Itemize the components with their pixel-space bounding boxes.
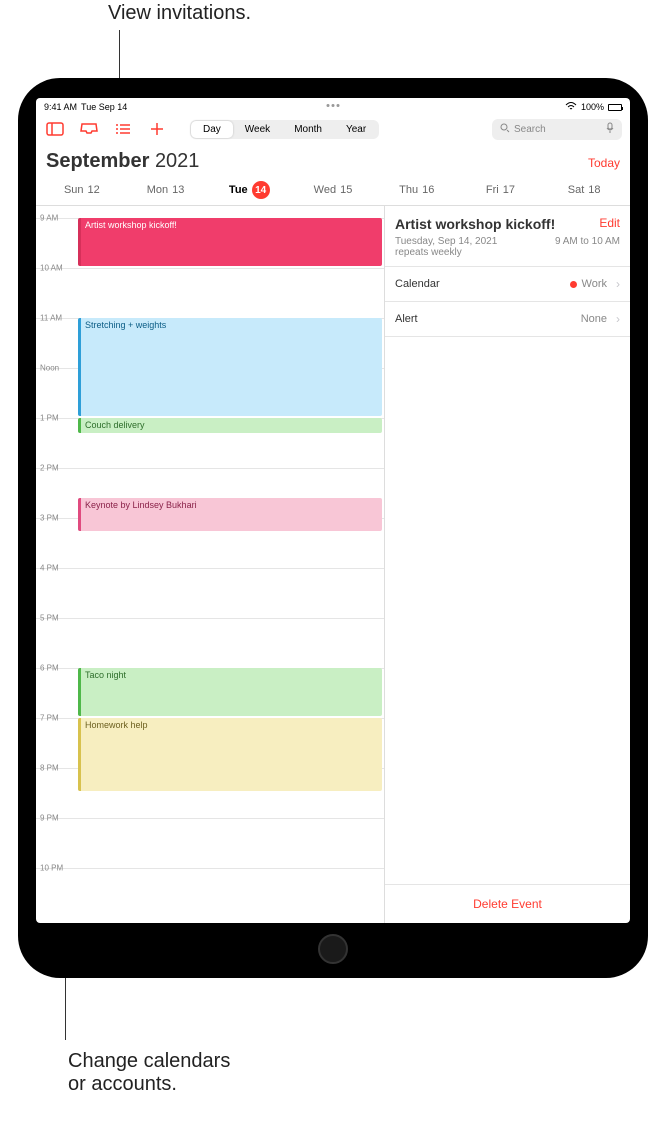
weekday-num: 15 <box>340 184 352 196</box>
weekday-row: Sun 12 Mon 13 Tue 14 Wed 15 Thu 16 Fri 17 Sat18 <box>36 177 630 206</box>
detail-calendar-row[interactable]: Calendar Work › <box>385 267 630 302</box>
weekday-label: Mon <box>147 184 168 196</box>
seg-day[interactable]: Day <box>191 121 233 138</box>
seg-year[interactable]: Year <box>334 121 378 138</box>
calendar-event[interactable]: Keynote by Lindsey Bukhari <box>78 498 382 531</box>
weekday-label: Fri <box>486 184 499 196</box>
weekday-num: 18 <box>588 184 600 196</box>
mic-icon[interactable] <box>606 122 614 137</box>
hour-label: 8 PM <box>40 764 59 773</box>
weekday-num: 13 <box>172 184 184 196</box>
hour-label: Noon <box>40 364 59 373</box>
seg-month[interactable]: Month <box>282 121 334 138</box>
weekday-num: 12 <box>88 184 100 196</box>
edit-button[interactable]: Edit <box>599 216 620 230</box>
toolbar: Day Week Month Year Search <box>36 114 630 144</box>
search-field[interactable]: Search <box>492 119 622 140</box>
page-title: September 2021 <box>46 150 199 173</box>
hour-label: 6 PM <box>40 664 59 673</box>
search-icon <box>500 123 510 136</box>
weekday-label: Wed <box>314 184 336 196</box>
view-segment[interactable]: Day Week Month Year <box>190 120 379 139</box>
calendar-event[interactable]: Taco night <box>78 668 382 716</box>
hour-label: 3 PM <box>40 514 59 523</box>
hour-label: 1 PM <box>40 414 59 423</box>
weekday-cell[interactable]: Mon 13 <box>124 181 208 199</box>
calendar-color-dot <box>570 281 577 288</box>
callout-top: View invitations. <box>108 2 251 25</box>
wifi-icon <box>565 102 577 113</box>
detail-calendar-value: Work <box>582 278 607 290</box>
sidebar-icon[interactable] <box>44 118 66 140</box>
hour-label: 9 AM <box>40 214 58 223</box>
delete-event-button[interactable]: Delete Event <box>385 884 630 923</box>
weekday-cell[interactable]: Thu 16 <box>375 181 459 199</box>
hour-label: 9 PM <box>40 814 59 823</box>
weekday-cell[interactable]: Tue 14 <box>207 181 291 199</box>
hour-line <box>36 268 384 269</box>
detail-alert-label: Alert <box>395 313 418 325</box>
status-date: Tue Sep 14 <box>81 102 127 112</box>
ipad-screen: 9:41 AM Tue Sep 14 100% <box>36 98 630 923</box>
weekday-num: 14 <box>252 181 270 199</box>
hour-line <box>36 468 384 469</box>
weekday-label: Sun <box>64 184 84 196</box>
hour-label: 11 AM <box>40 314 62 323</box>
calendar-event[interactable]: Couch delivery <box>78 418 382 433</box>
hour-line <box>36 868 384 869</box>
calendar-event[interactable]: Artist workshop kickoff! <box>78 218 382 266</box>
detail-alert-row[interactable]: Alert None › <box>385 302 630 337</box>
chevron-right-icon: › <box>616 277 620 291</box>
detail-alert-value: None <box>581 313 607 325</box>
detail-title: Artist workshop kickoff! <box>395 216 599 232</box>
seg-week[interactable]: Week <box>233 121 282 138</box>
weekday-cell[interactable]: Sun 12 <box>40 181 124 199</box>
home-button[interactable] <box>318 934 348 964</box>
detail-time: 9 AM to 10 AM <box>555 236 620 258</box>
hour-label: 7 PM <box>40 714 59 723</box>
month-header: September 2021 Today <box>36 144 630 177</box>
weekday-label: Sat <box>568 184 585 196</box>
callout-bottom: Change calendars or accounts. <box>68 1050 230 1096</box>
hour-label: 10 PM <box>40 864 63 873</box>
hour-label: 10 AM <box>40 264 63 273</box>
battery-icon <box>608 104 622 111</box>
hour-label: 2 PM <box>40 464 59 473</box>
content-area: 9 AM 10 AM 11 AM Noon 1 PM 2 PM 3 PM 4 PM 5 PM 6 … <box>36 206 630 923</box>
hour-line <box>36 568 384 569</box>
detail-date: Tuesday, Sep 14, 2021 <box>395 236 497 247</box>
list-icon[interactable] <box>112 118 134 140</box>
event-detail-panel: Artist workshop kickoff! Edit Tuesday, S… <box>385 206 630 923</box>
weekday-cell[interactable]: Wed 15 <box>291 181 375 199</box>
weekday-cell[interactable]: Fri 17 <box>459 181 543 199</box>
today-button[interactable]: Today <box>588 156 620 170</box>
detail-repeats: repeats weekly <box>395 247 497 258</box>
weekday-num: 16 <box>422 184 434 196</box>
hour-label: 5 PM <box>40 614 59 623</box>
hour-line <box>36 618 384 619</box>
weekday-label: Tue <box>229 184 248 196</box>
calendar-event[interactable]: Homework help <box>78 718 382 791</box>
weekday-cell[interactable]: Sat18 <box>542 181 626 199</box>
calendar-event[interactable]: Stretching + weights <box>78 318 382 416</box>
status-time: 9:41 AM <box>44 102 77 112</box>
search-placeholder: Search <box>514 124 546 135</box>
hour-line <box>36 818 384 819</box>
ipad-frame: 9:41 AM Tue Sep 14 100% <box>18 78 648 978</box>
hour-label: 4 PM <box>40 564 59 573</box>
multitask-dots[interactable] <box>327 104 340 107</box>
inbox-icon[interactable] <box>78 118 100 140</box>
battery-pct: 100% <box>581 102 604 112</box>
timeline[interactable]: 9 AM 10 AM 11 AM Noon 1 PM 2 PM 3 PM 4 PM 5 PM 6 … <box>36 206 385 923</box>
weekday-num: 17 <box>503 184 515 196</box>
detail-calendar-label: Calendar <box>395 278 440 290</box>
chevron-right-icon: › <box>616 312 620 326</box>
weekday-label: Thu <box>399 184 418 196</box>
add-icon[interactable] <box>146 118 168 140</box>
